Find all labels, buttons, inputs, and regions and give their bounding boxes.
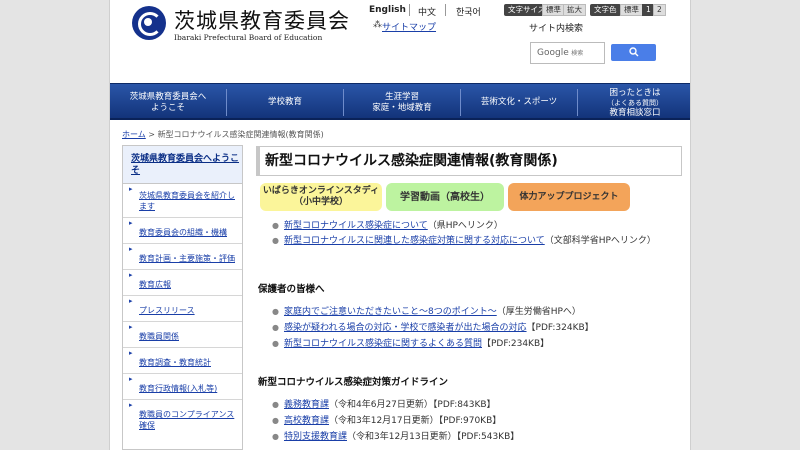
sidebar-item-administration[interactable]: 教育行政情報(入札等) [123, 374, 242, 400]
bullet-icon: ● [272, 432, 279, 441]
sidebar-heading[interactable]: 茨城県教育委員会へようこそ [123, 146, 242, 184]
list-item: ● 新型コロナウイルス感染症について（県HPへリンク） [272, 220, 503, 232]
lang-divider [445, 4, 446, 16]
bullet-icon: ● [272, 236, 279, 245]
bullet-icon: ● [272, 339, 279, 348]
page-title: 新型コロナウイルス感染症関連情報(教育関係) [265, 153, 558, 169]
sidebar-item-introduction[interactable]: 茨城県教育委員会を紹介します [123, 184, 242, 218]
tab-label: いばらきオンラインスタディ [262, 186, 380, 196]
covid-prefecture-link[interactable]: 新型コロナウイルス感染症について [284, 221, 428, 231]
covid-mext-link[interactable]: 新型コロナウイルスに関連した感染症対策に関する対応について [284, 236, 545, 246]
sitemap-icon: ⁂ [373, 20, 382, 30]
link-note: （県HPへリンク） [427, 221, 503, 231]
guardians-heading: 保護者の皆様へ [258, 284, 325, 295]
search-placeholder: 検索 [571, 50, 584, 57]
nav-item-label: 生涯学習 [384, 91, 419, 102]
text-color-label: 文字色 [590, 4, 621, 16]
link-note: （令和4年6月27日更新）【PDF:843KB】 [329, 400, 496, 410]
list-item: ● 家庭内でご注意いただきたいこと～8つのポイント～（厚生労働省HPへ） [272, 306, 581, 318]
link-note: （文部科学省HPへリンク） [544, 236, 656, 246]
list-item: ● 新型コロナウイルス感染症に関するよくある質問【PDF:234KB】 [272, 338, 549, 350]
global-nav: 茨城県教育委員会へ ようこそ 学校教育 生涯学習 家庭・地域教育 芸術文化・スポーツ… [110, 83, 690, 121]
sidebar-item-compliance[interactable]: 教職員のコンプライアンス確保 [123, 400, 242, 436]
breadcrumb-home-link[interactable]: ホーム [122, 130, 146, 139]
sidebar-item-press-release[interactable]: プレスリリース [123, 296, 242, 322]
sidebar-item-statistics[interactable]: 教育調査・教育統計 [123, 348, 242, 374]
lang-divider [409, 4, 410, 16]
search-input[interactable]: Google 検索 [530, 42, 605, 64]
list-item: ● 義務教育課（令和4年6月27日更新）【PDF:843KB】 [272, 399, 496, 411]
link-note: （令和3年12月17日更新）【PDF:970KB】 [329, 416, 502, 426]
nav-item-label: （よくある質問） [607, 98, 663, 107]
lang-english-link[interactable]: English [369, 5, 406, 15]
list-item: ● 感染が疑われる場合の対応・学校で感染者が出た場合の対応【PDF:324KB】 [272, 322, 594, 334]
search-brand: Google [537, 48, 569, 58]
prefecture-emblem-icon[interactable] [132, 6, 166, 40]
sidebar: 茨城県教育委員会へようこそ 茨城県教育委員会を紹介します 教育委員会の組織・機構… [122, 145, 243, 450]
nav-item-label: 茨城県教育委員会へ [129, 91, 207, 102]
breadcrumb-current: 新型コロナウイルス感染症関連情報(教育関係) [157, 130, 324, 139]
nav-item-label: ようこそ [150, 102, 185, 113]
online-study-button[interactable]: いばらきオンラインスタディ （小中学校） [260, 183, 382, 211]
high-school-education-link[interactable]: 高校教育課 [284, 416, 329, 426]
bullet-icon: ● [272, 323, 279, 332]
search-button[interactable] [611, 44, 656, 61]
sitemap-link[interactable]: サイトマップ [382, 20, 436, 33]
link-note: 【PDF:324KB】 [526, 323, 594, 333]
tab-label: 学習動画（高校生） [400, 191, 490, 203]
link-note: 【PDF:234KB】 [482, 339, 550, 349]
link-note: （令和3年12月13日更新）【PDF:543KB】 [347, 432, 520, 442]
list-item: ● 特別支援教育課（令和3年12月13日更新）【PDF:543KB】 [272, 431, 519, 443]
nav-item-help[interactable]: 困ったときは （よくある質問） 教育相談窓口 [578, 84, 690, 121]
nav-item-lifelong-learning[interactable]: 生涯学習 家庭・地域教育 [344, 84, 460, 121]
infection-response-link[interactable]: 感染が疑われる場合の対応・学校で感染者が出た場合の対応 [284, 323, 527, 333]
nav-item-label: 芸術文化・スポーツ [480, 97, 558, 107]
list-item: ● 高校教育課（令和3年12月17日更新）【PDF:970KB】 [272, 415, 501, 427]
lang-korean-link[interactable]: 한국어 [456, 5, 481, 18]
bullet-icon: ● [272, 307, 279, 316]
special-support-education-link[interactable]: 特別支援教育課 [284, 432, 347, 442]
bullet-icon: ● [272, 416, 279, 425]
breadcrumb-separator: > [145, 130, 158, 139]
home-precautions-link[interactable]: 家庭内でご注意いただきたいこと～8つのポイント～ [284, 307, 497, 317]
sidebar-item-public-relations[interactable]: 教育広報 [123, 270, 242, 296]
bullet-icon: ● [272, 221, 279, 230]
sidebar-item-organization[interactable]: 教育委員会の組織・機構 [123, 218, 242, 244]
learning-video-button[interactable]: 学習動画（高校生） [386, 183, 504, 211]
nav-item-welcome[interactable]: 茨城県教育委員会へ ようこそ [110, 84, 226, 121]
text-size-standard-button[interactable]: 標準 [542, 4, 565, 16]
site-logo-subtitle: Ibaraki Prefectural Board of Education [174, 33, 323, 42]
page: 茨城県教育委員会 Ibaraki Prefectural Board of Ed… [109, 0, 691, 450]
sidebar-item-staff[interactable]: 教職員関係 [123, 322, 242, 348]
search-icon [628, 47, 638, 57]
nav-item-label: 教育相談窓口 [609, 107, 661, 118]
tab-label: （小中学校） [293, 197, 348, 207]
text-size-large-button[interactable]: 拡大 [563, 4, 586, 16]
fitness-project-button[interactable]: 体力アッププロジェクト [508, 183, 630, 211]
list-item: ● 新型コロナウイルスに関連した感染症対策に関する対応について（文部科学省HPへリ… [272, 235, 656, 247]
breadcrumb: ホーム > 新型コロナウイルス感染症関連情報(教育関係) [122, 129, 324, 140]
link-note: （厚生労働省HPへ） [496, 307, 581, 317]
text-color-standard-button[interactable]: 標準 [620, 4, 643, 16]
nav-item-label: 家庭・地域教育 [372, 102, 432, 113]
nav-item-school-education[interactable]: 学校教育 [227, 84, 343, 121]
bullet-icon: ● [272, 400, 279, 409]
faq-link[interactable]: 新型コロナウイルス感染症に関するよくある質問 [284, 339, 482, 349]
tab-label: 体力アッププロジェクト [519, 191, 619, 202]
lang-chinese-link[interactable]: 中文 [418, 5, 436, 18]
page-title-box: 新型コロナウイルス感染症関連情報(教育関係) [256, 146, 682, 176]
nav-item-label: 困ったときは [609, 87, 661, 98]
text-color-2-button[interactable]: 2 [653, 4, 666, 16]
compulsory-education-link[interactable]: 義務教育課 [284, 400, 329, 410]
nav-item-label: 学校教育 [267, 97, 302, 107]
sidebar-item-plans[interactable]: 教育計画・主要施策・評価 [123, 244, 242, 270]
nav-item-arts-sports[interactable]: 芸術文化・スポーツ [461, 84, 577, 121]
site-logo-title[interactable]: 茨城県教育委員会 [174, 5, 350, 35]
site-search-label: サイト内検索 [529, 24, 584, 34]
guidelines-heading: 新型コロナウイルス感染症対策ガイドライン [258, 377, 449, 388]
